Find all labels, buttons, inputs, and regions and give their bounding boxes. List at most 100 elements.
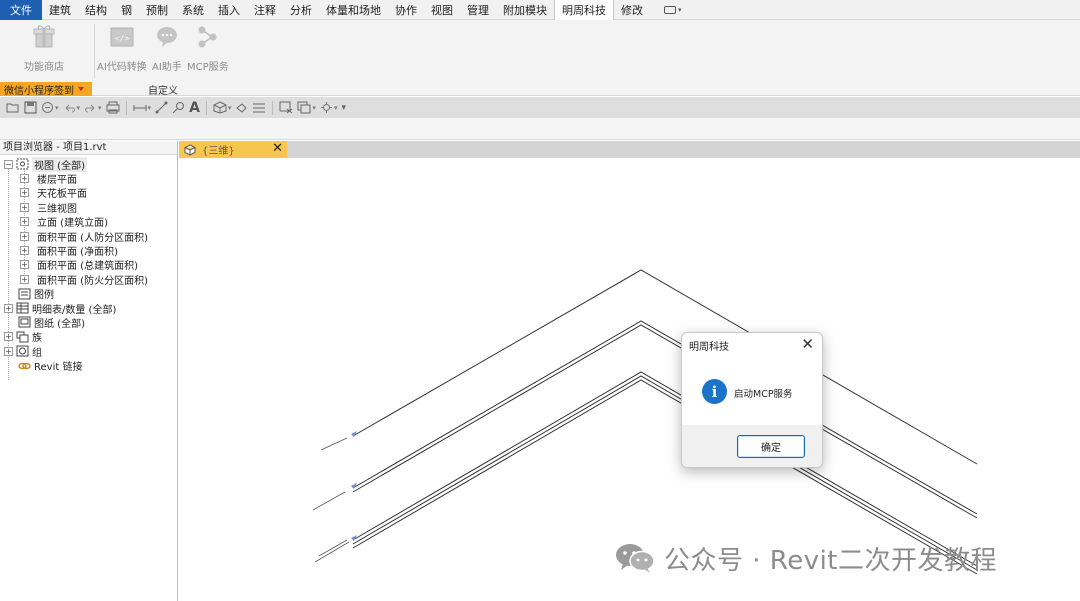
tree-item-area-plan-civil-defense[interactable]: + 面积平面 (人防分区面积) [0, 229, 177, 244]
view-tab-3d[interactable]: {三维} ✕ [179, 141, 287, 158]
settings-icon[interactable]: ▾ [320, 101, 337, 114]
menu-tab-steel[interactable]: 钢 [114, 0, 139, 20]
undo-icon[interactable]: ▾ [63, 102, 80, 114]
expand-icon[interactable]: + [20, 260, 29, 270]
network-nodes-icon [198, 26, 217, 48]
tree-item-area-plan-fire[interactable]: + 面积平面 (防火分区面积) [0, 272, 177, 287]
tree-item-floor-plans[interactable]: + 楼层平面 [0, 171, 177, 186]
tree-item-ceiling-plans[interactable]: + 天花板平面 [0, 186, 177, 200]
tree-item-label: 面积平面 (净面积) [37, 247, 118, 259]
menu-tab-file[interactable]: 文件 [0, 0, 42, 20]
menu-bar: 文件 建筑 结构 钢 预制 系统 插入 注释 分析 体量和场地 协作 视图 管理… [0, 0, 1080, 20]
menu-tab-addins[interactable]: 附加模块 [496, 0, 554, 20]
code-convert-icon: </> [110, 27, 134, 47]
ribbon: 功能商店 </> AI代码转换 AI助手 MCP服务 微信小程序签到 自定义 [0, 20, 1080, 97]
watermark: 公众号 · Revit二次开发教程 [614, 538, 997, 578]
toolbar-separator [205, 100, 207, 115]
expand-icon[interactable]: + [20, 188, 29, 198]
menu-tab-structure[interactable]: 结构 [78, 0, 114, 20]
tree-item-label: 明细表/数量 (全部) [32, 304, 117, 316]
section-icon[interactable] [235, 102, 248, 114]
wechat-checkin-panel[interactable]: 微信小程序签到 [0, 82, 92, 97]
dimension-icon[interactable] [155, 101, 168, 114]
tree-item-legends[interactable]: 图例 [0, 287, 177, 301]
3d-view-icon [184, 143, 196, 156]
view-tab-bar: {三维} ✕ [179, 141, 1080, 158]
info-icon: i [702, 379, 727, 404]
menu-tab-analyze[interactable]: 分析 [283, 0, 319, 20]
tree-item-3d-views[interactable]: + 三维视图 [0, 200, 177, 215]
menu-tab-view[interactable]: 视图 [424, 0, 460, 20]
menu-tab-systems[interactable]: 系统 [175, 0, 211, 20]
text-icon[interactable]: A [189, 100, 200, 116]
tree-item-groups[interactable]: + 组 [0, 344, 177, 359]
wechat-checkin-label: 微信小程序签到 [4, 85, 74, 97]
expand-icon[interactable]: + [20, 217, 29, 227]
legend-icon [18, 288, 31, 300]
switch-windows-icon[interactable]: ▾ [297, 101, 316, 114]
menu-tab-precast[interactable]: 预制 [139, 0, 175, 20]
menu-tab-architecture[interactable]: 建筑 [42, 0, 78, 20]
expand-icon[interactable]: + [4, 346, 13, 356]
menu-tab-annotate[interactable]: 注释 [247, 0, 283, 20]
measure-icon[interactable]: ▾ [133, 102, 151, 114]
tree-item-schedules[interactable]: + 明细表/数量 (全部) [0, 301, 177, 316]
tree-item-revit-links[interactable]: Revit 链接 [0, 358, 177, 373]
ribbon-display-dropdown[interactable]: ▾ [664, 5, 682, 14]
options-bar [0, 118, 1080, 140]
mcp-service-label: MCP服务 [187, 62, 229, 73]
project-tree: − 视图 (全部) + 楼层平面 + 天花板平面 + 三维视图 + 立面 (建筑… [0, 155, 177, 380]
close-view-icon[interactable]: ✕ [272, 141, 283, 157]
tree-item-label: 面积平面 (防火分区面积) [37, 275, 148, 287]
tree-item-area-plan-net[interactable]: + 面积平面 (净面积) [0, 243, 177, 259]
tree-item-views[interactable]: − 视图 (全部) [0, 156, 177, 172]
sync-icon[interactable]: ▾ [41, 101, 59, 114]
toolbar-separator [272, 100, 274, 115]
tree-item-label: 立面 (建筑立面) [37, 218, 108, 230]
menu-tab-collaborate[interactable]: 协作 [388, 0, 424, 20]
wechat-logo-icon [616, 544, 655, 573]
ai-assistant-button[interactable]: AI助手 [152, 24, 182, 73]
tree-item-elevations[interactable]: + 立面 (建筑立面) [0, 215, 177, 229]
tree-item-label: 三维视图 [37, 203, 77, 215]
ok-button[interactable]: 确定 [737, 435, 805, 458]
expand-icon[interactable]: + [20, 274, 29, 284]
save-icon[interactable] [24, 101, 37, 114]
redo-icon[interactable]: ▾ [84, 102, 102, 114]
menu-tab-insert[interactable]: 插入 [211, 0, 247, 20]
close-icon[interactable]: ✕ [801, 335, 814, 353]
tree-item-label: 面积平面 (总建筑面积) [37, 261, 138, 273]
expand-icon[interactable]: + [20, 231, 29, 241]
open-icon[interactable] [6, 102, 20, 114]
collapse-icon[interactable]: − [4, 159, 13, 169]
store-button[interactable]: 功能商店 [24, 24, 64, 73]
view-icon [16, 158, 29, 170]
default-3d-view-icon[interactable]: ▾ [213, 101, 231, 114]
ai-code-convert-button[interactable]: </> AI代码转换 [97, 24, 147, 73]
mcp-service-button[interactable]: MCP服务 [187, 24, 229, 73]
ribbon-separator [94, 24, 95, 78]
tree-item-label: 图例 [34, 290, 54, 302]
close-hidden-icon[interactable] [279, 101, 293, 114]
tree-item-label: 视图 (全部) [32, 156, 87, 172]
tree-item-area-plan-gross[interactable]: + 面积平面 (总建筑面积) [0, 258, 177, 272]
menu-tab-modify[interactable]: 修改 [614, 0, 650, 20]
tag-icon[interactable] [172, 101, 185, 114]
ai-code-convert-label: AI代码转换 [97, 62, 147, 73]
menu-tab-mingzhou[interactable]: 明周科技 [554, 0, 614, 20]
expand-icon[interactable]: + [4, 332, 13, 342]
expand-icon[interactable]: + [4, 303, 13, 313]
expand-icon[interactable]: + [20, 174, 29, 184]
thin-lines-icon[interactable] [252, 102, 266, 114]
expand-icon[interactable]: + [20, 202, 29, 212]
menu-tab-massing-site[interactable]: 体量和场地 [319, 0, 388, 20]
customize-toolbar-icon[interactable]: ▾ [341, 103, 346, 113]
drawing-canvas[interactable] [179, 158, 1080, 601]
tree-item-sheets[interactable]: 图纸 (全部) [0, 315, 177, 330]
tree-item-families[interactable]: + 族 [0, 330, 177, 344]
expand-icon[interactable]: + [20, 246, 29, 256]
menu-tab-manage[interactable]: 管理 [460, 0, 496, 20]
link-icon [18, 362, 31, 369]
print-icon[interactable] [106, 101, 120, 114]
quick-access-toolbar: ▾ ▾ ▾ ▾ A ▾ ▾ ▾ ▾ [0, 97, 1080, 118]
